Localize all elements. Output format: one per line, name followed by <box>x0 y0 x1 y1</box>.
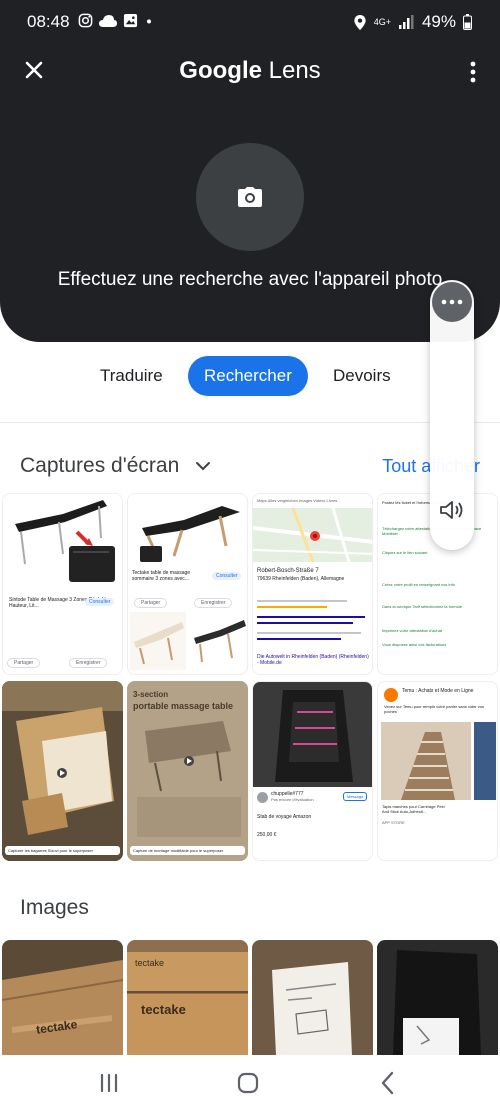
seller-avatar <box>257 792 268 803</box>
result-snippet-lines <box>257 600 365 640</box>
more-menu-icon[interactable] <box>468 60 478 84</box>
message-chip: Message <box>343 792 368 801</box>
share-chip: Partager <box>7 658 41 668</box>
signal-icon <box>398 15 414 29</box>
instruction-step: Créez votre profil en renseignant vos in… <box>382 582 455 587</box>
screenshot-tile-5[interactable]: Capturer les bagarres Sizovi pour le sup… <box>2 681 123 861</box>
stairs-photo <box>381 722 496 800</box>
product-store: APP STORE <box>382 820 405 825</box>
share-chip: Partager <box>134 598 168 608</box>
visit-chip: Consulter <box>85 598 115 606</box>
search-tabs: Maps Alles vergleichen Images Vidéos Liv… <box>257 498 338 503</box>
manual-photo <box>252 940 373 1055</box>
lens-screen: 08:48 4G+ 49% Google Lens Effectuez une … <box>0 0 500 1111</box>
camera-icon <box>238 187 262 207</box>
screenshot-tile-2[interactable]: Tectake table de massage sommaire 3 zone… <box>127 493 248 675</box>
gallery-icon <box>123 13 138 28</box>
instruction-step: Vous disposez ainsi vos facturations <box>382 642 447 647</box>
tabs-divider <box>0 422 500 423</box>
network-type: 4G+ <box>373 16 391 27</box>
lens-wordmark: Lens <box>268 57 321 84</box>
system-nav-bar <box>0 1055 500 1111</box>
place-name: Robert-Bosch-Straße 7 <box>257 568 319 574</box>
back-icon[interactable] <box>373 1068 403 1098</box>
save-chip: Enregistrer <box>194 598 233 608</box>
tile-caption: Tectake table de massage sommaire 3 zone… <box>132 570 191 582</box>
capture-banner: Capturer les bagarres Sizovi pour le sup… <box>5 846 120 855</box>
box-label: tectake <box>141 1002 186 1017</box>
volume-icon[interactable] <box>439 499 465 521</box>
image-result-1[interactable]: tectake <box>2 940 123 1055</box>
product-title: Tapis marches pour Carrelage Peel And St… <box>382 804 445 814</box>
app-bar: Google Lens <box>0 52 500 92</box>
massage-table-thumbnails <box>130 612 247 670</box>
instruction-step: Imprimez votre attestation d'achat <box>382 628 442 633</box>
battery-level: 49% <box>421 12 456 31</box>
capture-banner: Capture de montage modifiable pour le su… <box>130 846 245 855</box>
screenshot-tile-7[interactable]: chuppelle#777 Pas encore d'évaluation Me… <box>252 681 373 861</box>
image-result-2[interactable]: tectake tectake <box>127 940 248 1055</box>
box-heading-1: 3-section <box>133 690 169 699</box>
more-horizontal-icon <box>441 299 463 305</box>
map-image <box>253 508 372 562</box>
status-time: 08:48 <box>27 12 70 31</box>
screenshot-tile-1[interactable]: Sintode Table de Massage 3 Zones Réglabl… <box>2 493 123 675</box>
screenshot-tile-3[interactable]: Maps Alles vergleichen Images Vidéos Liv… <box>252 493 373 675</box>
screenshot-tile-8[interactable]: Temu : Achats et Mode en Ligne Venez sur… <box>377 681 498 861</box>
screenshots-heading[interactable]: Captures d'écran <box>20 454 211 478</box>
tab-search[interactable]: Rechercher <box>188 356 308 396</box>
status-bar: 08:48 4G+ 49% <box>0 0 500 46</box>
screenshots-title: Captures d'écran <box>20 454 180 477</box>
bag-with-label-photo <box>377 940 498 1055</box>
save-chip: Enregistrer <box>69 658 108 668</box>
box-label: tectake <box>135 958 165 968</box>
visit-chip: Consulter <box>212 572 242 580</box>
image-result-4[interactable] <box>377 940 498 1055</box>
location-icon <box>354 14 366 30</box>
tab-homework[interactable]: Devoirs <box>333 356 391 396</box>
place-address: 79639 Rheinfelden (Baden), Allemagne <box>257 576 345 582</box>
item-title: Stab de voyage Amazon <box>257 814 312 820</box>
camera-prompt: Effectuez une recherche avec l'appareil … <box>57 269 443 290</box>
folded-table-photo <box>2 681 123 861</box>
images-heading: Images <box>20 896 89 919</box>
instagram-icon <box>78 13 93 28</box>
home-icon[interactable] <box>233 1068 263 1098</box>
massage-table-image <box>128 494 247 566</box>
chevron-down-icon <box>196 462 211 471</box>
screenshot-tile-6[interactable]: 3-section portable massage table Capture… <box>127 681 248 861</box>
page-name: Temu : Achats et Mode en Ligne <box>402 688 474 694</box>
ad-text: Venez sur Temu pour remplir votre panier… <box>384 704 484 714</box>
image-result-3[interactable] <box>252 940 373 1055</box>
item-price: 250,00 € <box>257 832 277 838</box>
camera-panel: 08:48 4G+ 49% Google Lens Effectuez une … <box>0 0 500 342</box>
box-heading-2: portable massage table <box>133 701 234 711</box>
seller-rating: Pas encore d'évaluation <box>271 797 314 802</box>
instruction-step: Cliquez sur le lien suivant <box>382 550 428 555</box>
tab-translate[interactable]: Traduire <box>100 356 163 396</box>
backpack-photo <box>253 682 372 787</box>
temu-logo <box>384 688 398 702</box>
box-photo <box>2 940 123 1055</box>
battery-icon <box>463 14 472 30</box>
google-wordmark: Google <box>179 57 262 84</box>
instruction-step: Dans la rubrique Tarif sélectionnez la f… <box>382 604 462 609</box>
mode-tabs: Traduire Rechercher Devoirs <box>0 356 500 400</box>
result-link: Die Autowelt in Rheinfelden (Baden) (Rhe… <box>257 654 369 666</box>
camera-shutter-button[interactable] <box>196 143 304 251</box>
recent-apps-icon[interactable] <box>94 1068 124 1098</box>
notification-dot-icon <box>146 19 152 24</box>
volume-panel[interactable] <box>430 280 474 550</box>
volume-options-button[interactable] <box>432 282 472 322</box>
app-title: Google Lens <box>0 57 500 85</box>
cloud-icon <box>99 14 117 27</box>
massage-table-image <box>3 494 122 589</box>
